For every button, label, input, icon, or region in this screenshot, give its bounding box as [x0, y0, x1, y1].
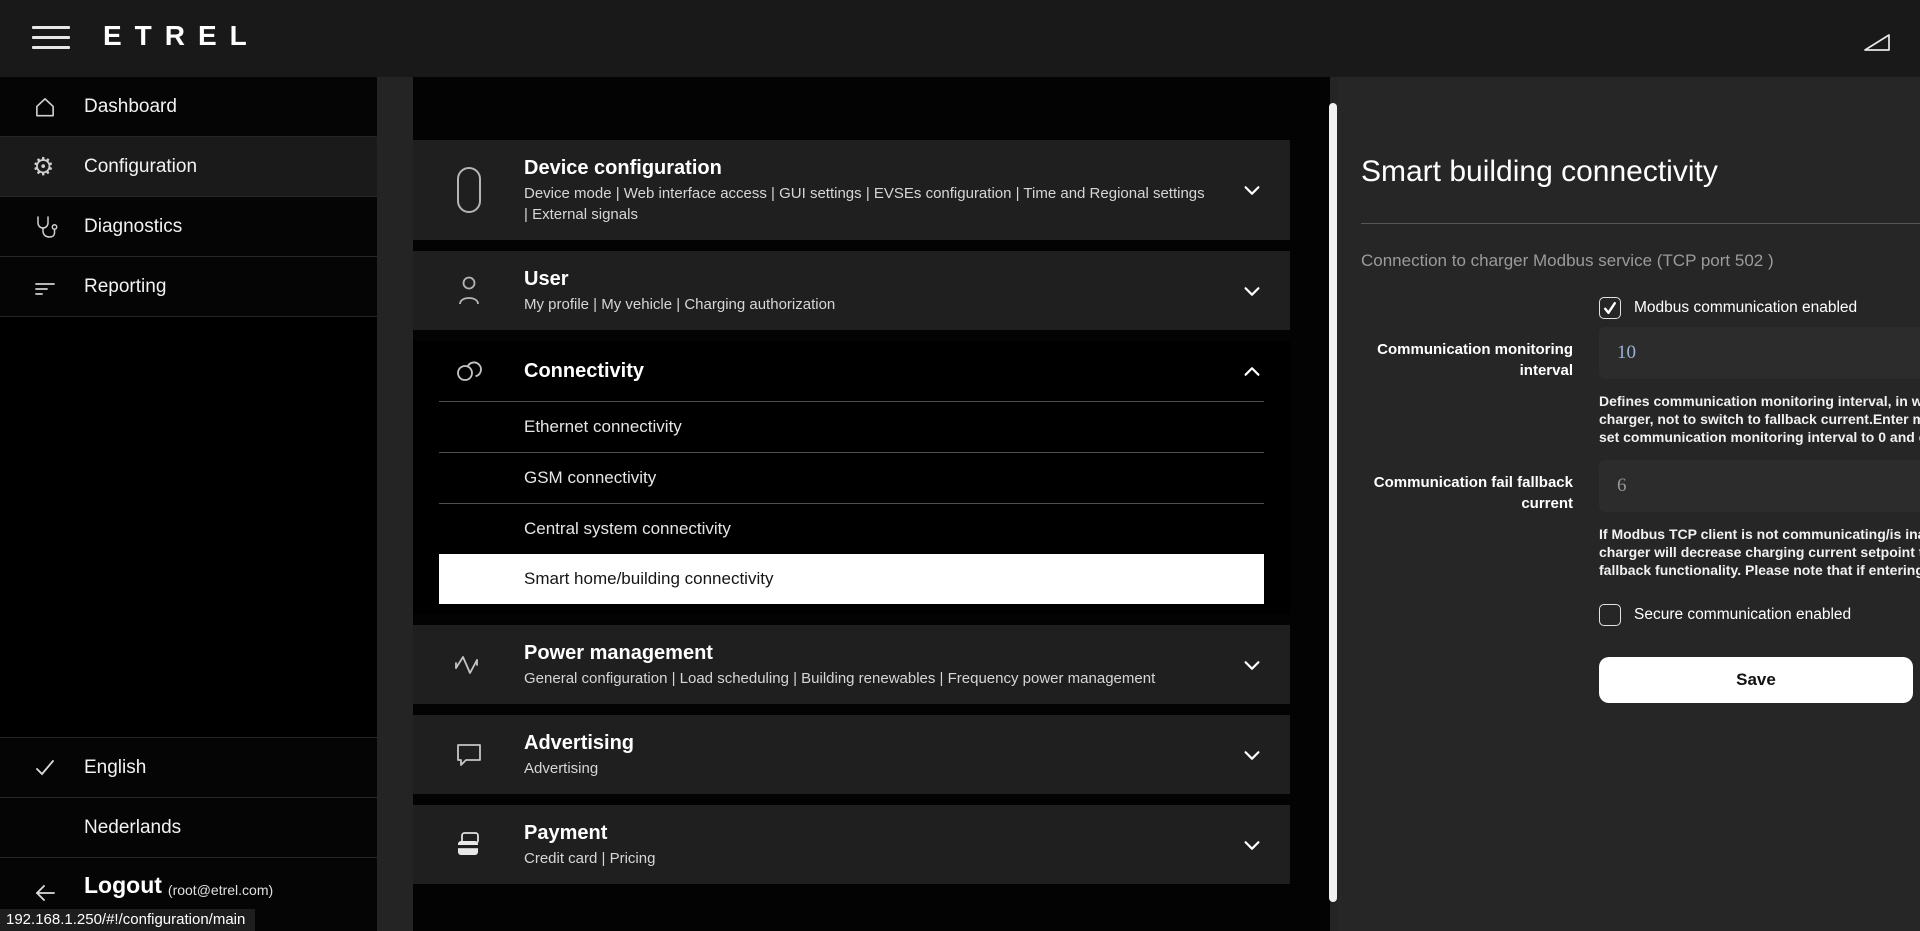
section-power-management[interactable]: Power management General configuration |… — [413, 625, 1290, 704]
chevron-down-icon[interactable] — [1214, 834, 1290, 856]
etrel-logo: ETREL — [103, 20, 260, 52]
section-subtitle: My profile | My vehicle | Charging autho… — [524, 294, 1206, 315]
subitem-gsm-connectivity[interactable]: GSM connectivity — [439, 453, 1264, 503]
section-subtitle: Advertising — [524, 758, 1206, 779]
signal-strength-icon — [1862, 30, 1892, 54]
section-payment[interactable]: Payment Credit card | Pricing — [413, 805, 1290, 884]
section-subtitle: Device mode | Web interface access | GUI… — [524, 183, 1206, 225]
sidebar-item-diagnostics[interactable]: Diagnostics — [0, 197, 377, 257]
fallback-current-input[interactable] — [1599, 460, 1920, 512]
device-icon — [413, 166, 524, 214]
language-item-nederlands[interactable]: Nederlands — [0, 797, 377, 857]
stethoscope-icon — [32, 214, 76, 240]
field-label-monitoring-interval: Communication monitoring interval — [1361, 327, 1573, 446]
credit-card-icon — [413, 829, 524, 861]
checkbox-label: Secure communication enabled — [1634, 606, 1851, 624]
monitoring-interval-help: Defines communication monitoring interva… — [1599, 392, 1920, 446]
chevron-down-icon[interactable] — [1214, 179, 1290, 201]
field-label-fallback-current: Communication fail fallback current — [1361, 460, 1573, 579]
hamburger-menu-icon[interactable] — [32, 26, 70, 52]
user-icon — [413, 274, 524, 308]
panel-divider — [1361, 223, 1920, 224]
section-title: Payment — [524, 820, 1206, 847]
language-label: Nederlands — [84, 817, 181, 839]
save-button[interactable]: Save — [1599, 657, 1913, 703]
sidebar-item-configuration[interactable]: ⚙ Configuration — [0, 137, 377, 197]
section-title: User — [524, 266, 1206, 293]
section-title: Connectivity — [524, 358, 1206, 385]
smart-building-connectivity-panel: Smart building connectivity Connection t… — [1337, 77, 1920, 931]
checkbox-checked-icon[interactable] — [1599, 297, 1621, 319]
section-subtitle: General configuration | Load scheduling … — [524, 668, 1206, 689]
gear-icon: ⚙ — [32, 154, 76, 179]
section-user[interactable]: User My profile | My vehicle | Charging … — [413, 251, 1290, 330]
section-title: Device configuration — [524, 155, 1206, 182]
sidebar-item-dashboard[interactable]: Dashboard — [0, 77, 377, 137]
section-title: Advertising — [524, 730, 1206, 757]
panel-title: Smart building connectivity — [1361, 152, 1920, 192]
sidebar-item-label: Dashboard — [84, 96, 177, 118]
topbar: ETREL — [0, 0, 1920, 77]
chevron-down-icon[interactable] — [1214, 280, 1290, 302]
modbus-communication-checkbox[interactable]: Modbus communication enabled — [1599, 297, 1920, 319]
arrow-left-icon — [32, 880, 76, 906]
subitem-ethernet-connectivity[interactable]: Ethernet connectivity — [439, 402, 1264, 452]
link-icon — [413, 357, 524, 385]
section-title: Power management — [524, 640, 1206, 667]
panel-scrollbar[interactable] — [1329, 103, 1337, 902]
subitem-smart-home-building-connectivity[interactable]: Smart home/building connectivity — [439, 554, 1264, 604]
logout-account: (root@etrel.com) — [168, 882, 273, 898]
panel-intro-text: Connection to charger Modbus service (TC… — [1361, 251, 1920, 271]
chevron-down-icon[interactable] — [1214, 654, 1290, 676]
chevron-up-icon[interactable] — [1214, 360, 1290, 382]
check-icon — [32, 755, 76, 781]
section-advertising[interactable]: Advertising Advertising — [413, 715, 1290, 794]
configuration-list: Device configuration Device mode | Web i… — [413, 77, 1330, 931]
logout-label: Logout — [84, 872, 162, 899]
wave-icon — [413, 652, 524, 678]
checkbox-unchecked-icon[interactable] — [1599, 604, 1621, 626]
fallback-current-help: If Modbus TCP client is not communicatin… — [1599, 525, 1920, 579]
monitoring-interval-input[interactable] — [1599, 327, 1920, 379]
speech-bubble-icon — [413, 740, 524, 770]
sidebar-item-reporting[interactable]: Reporting — [0, 257, 377, 317]
sidebar-item-label: Configuration — [84, 156, 197, 178]
secure-communication-checkbox[interactable]: Secure communication enabled — [1599, 604, 1920, 626]
sidebar: Dashboard ⚙ Configuration Diagnostics Re… — [0, 77, 377, 931]
home-icon — [32, 94, 76, 120]
sidebar-item-label: Diagnostics — [84, 216, 182, 238]
checkbox-label: Modbus communication enabled — [1634, 299, 1857, 317]
sidebar-item-label: Reporting — [84, 276, 166, 298]
report-icon — [32, 274, 76, 300]
subitem-central-system-connectivity[interactable]: Central system connectivity — [439, 504, 1264, 554]
language-label: English — [84, 757, 146, 779]
sidebar-bottom: English Nederlands Logout (root@etrel.co… — [0, 737, 377, 931]
status-url: 192.168.1.250/#!/configuration/main — [0, 909, 255, 931]
section-connectivity-header[interactable]: Connectivity — [413, 341, 1290, 401]
connectivity-sublist: Ethernet connectivity GSM connectivity C… — [439, 401, 1264, 604]
language-item-english[interactable]: English — [0, 737, 377, 797]
section-subtitle: Credit card | Pricing — [524, 848, 1206, 869]
section-device-configuration[interactable]: Device configuration Device mode | Web i… — [413, 140, 1290, 240]
chevron-down-icon[interactable] — [1214, 744, 1290, 766]
section-connectivity: Connectivity Ethernet connectivity GSM c… — [413, 341, 1290, 614]
